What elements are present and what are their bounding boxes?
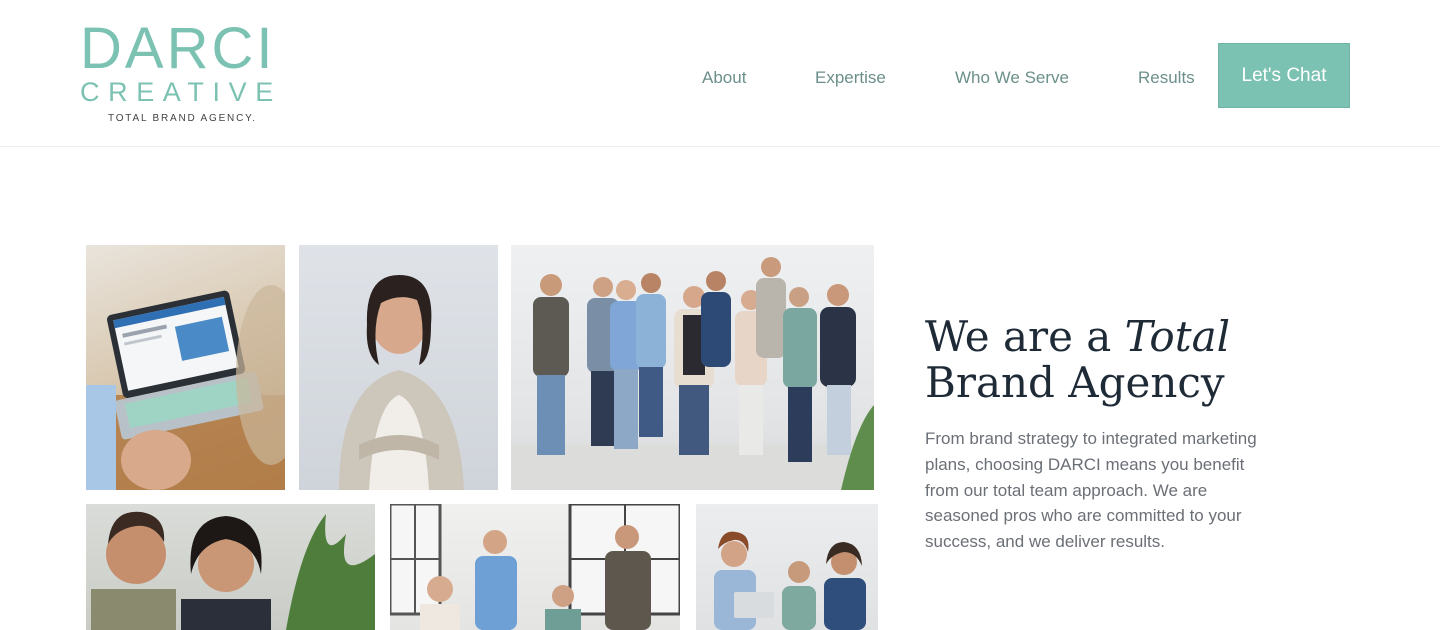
hero-body-text: From brand strategy to integrated market… [925,429,1257,552]
colleagues-photo-illustration [91,511,375,630]
nav-link-about[interactable]: About [702,68,746,88]
photo-portrait-woman [299,245,498,490]
photo-group-conversation [696,504,878,630]
team-photo-illustration [511,257,874,490]
headline-italic-word: Total [1124,312,1231,361]
photo-team-group [511,245,874,490]
laptop-photo-illustration [86,285,285,490]
headline-part-1: We are a [925,312,1125,361]
photo-team-window [390,504,680,630]
lets-chat-button[interactable]: Let's Chat [1218,43,1350,108]
conversation-photo-illustration [714,531,866,630]
team-window-photo-illustration [390,504,680,630]
logo-tagline: TOTAL BRAND AGENCY. [108,113,257,124]
site-header: DARCI CREATIVE TOTAL BRAND AGENCY. About… [0,0,1440,147]
hero-headline: We are a Total Brand Agency [925,314,1365,406]
photo-laptop-closeup [86,245,285,490]
nav-link-results[interactable]: Results [1138,68,1195,88]
headline-part-2: Brand Agency [925,358,1225,407]
logo-wordmark-creative: CREATIVE [80,77,282,107]
photo-two-colleagues [86,504,375,630]
portrait-photo-illustration [339,275,464,490]
nav-link-who-we-serve[interactable]: Who We Serve [955,68,1069,88]
brand-logo[interactable]: DARCI CREATIVE TOTAL BRAND AGENCY. [80,16,285,125]
nav-link-expertise[interactable]: Expertise [815,68,886,88]
logo-wordmark-darci: DARCI [80,16,276,81]
